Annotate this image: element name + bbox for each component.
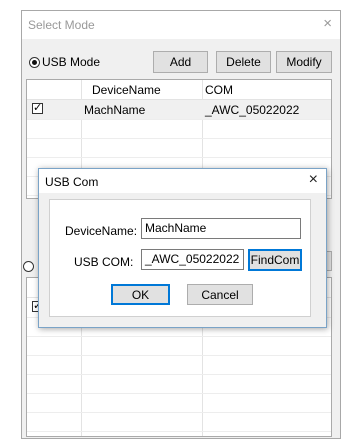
row-divider bbox=[27, 431, 331, 432]
table-row[interactable]: ✓ MachName _AWC_05022022 bbox=[27, 100, 331, 119]
row-divider bbox=[27, 355, 331, 356]
delete-button[interactable]: Delete bbox=[216, 51, 271, 73]
radio-selected-dot bbox=[32, 60, 37, 65]
dialog-title-bar: USB Com × bbox=[39, 169, 326, 193]
row-divider bbox=[27, 393, 331, 394]
window-title: Select Mode bbox=[28, 18, 95, 32]
usb-mode-radio[interactable] bbox=[29, 57, 40, 68]
dialog-title: USB Com bbox=[45, 175, 99, 189]
dialog-content-panel: DeviceName: MachName USB COM: _AWC_05022… bbox=[49, 199, 311, 317]
ok-button[interactable]: OK bbox=[111, 284, 170, 305]
check-icon: ✓ bbox=[33, 102, 43, 114]
add-button[interactable]: Add bbox=[153, 51, 208, 73]
column-header-com[interactable]: COM bbox=[205, 83, 233, 97]
findcom-button[interactable]: FindCom bbox=[248, 249, 302, 271]
row-divider bbox=[27, 138, 331, 139]
row-checkbox[interactable]: ✓ bbox=[32, 103, 43, 114]
row-divider bbox=[27, 157, 331, 158]
close-icon[interactable]: × bbox=[309, 171, 318, 189]
row-divider bbox=[27, 119, 331, 120]
list-header: DeviceName COM bbox=[27, 80, 331, 100]
row-device-name: MachName bbox=[84, 103, 146, 117]
usb-com-field[interactable]: _AWC_05022022 bbox=[141, 249, 244, 270]
column-header-devicename[interactable]: DeviceName bbox=[92, 83, 161, 97]
device-name-field[interactable]: MachName bbox=[141, 218, 301, 239]
device-name-label: DeviceName: bbox=[65, 224, 138, 238]
row-com: _AWC_05022022 bbox=[205, 103, 300, 117]
title-bar: Select Mode × bbox=[22, 11, 340, 39]
row-divider bbox=[27, 412, 331, 413]
close-icon[interactable]: × bbox=[323, 15, 332, 32]
second-mode-radio[interactable] bbox=[23, 261, 34, 272]
cancel-button[interactable]: Cancel bbox=[187, 284, 253, 305]
usb-com-dialog: USB Com × DeviceName: MachName USB COM: … bbox=[38, 168, 327, 328]
modify-button[interactable]: Modify bbox=[276, 51, 332, 73]
row-divider bbox=[27, 374, 331, 375]
usb-com-label: USB COM: bbox=[74, 255, 134, 269]
row-divider bbox=[27, 336, 331, 337]
usb-mode-label: USB Mode bbox=[42, 55, 101, 69]
